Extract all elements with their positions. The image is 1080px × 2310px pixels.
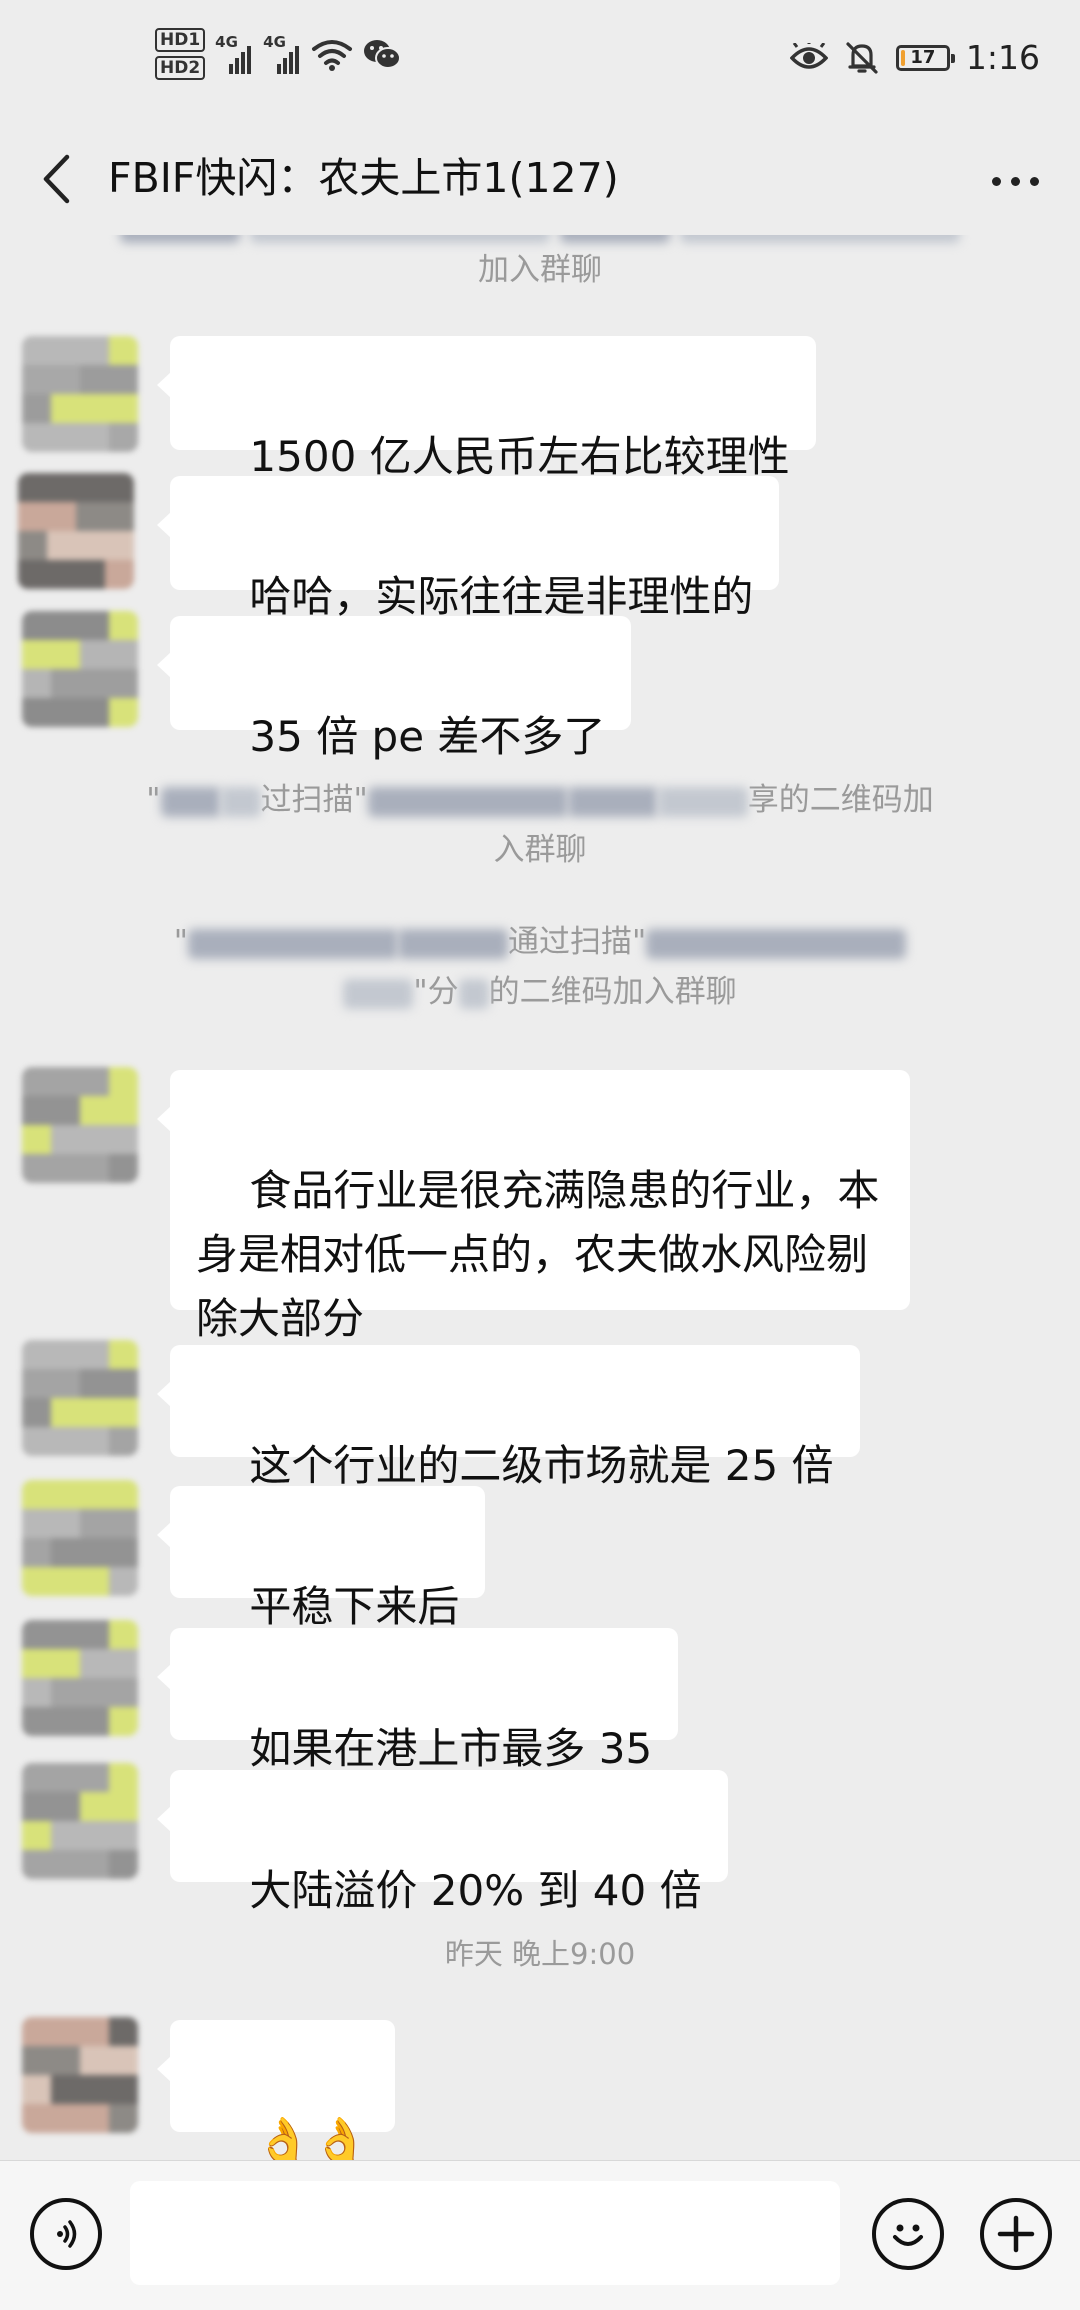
chat-title: FBIF快闪：农夫上市1(127) [108, 154, 619, 202]
voice-button[interactable] [30, 2198, 102, 2270]
message-text: 如果在港上市最多 35 [249, 1724, 653, 1773]
status-left: HD1 HD2 4G 4G [155, 28, 402, 80]
battery-level: 17 [910, 46, 936, 68]
signal-icon: 4G [263, 34, 301, 74]
status-right: 17 1:16 [789, 38, 1040, 77]
avatar[interactable] [22, 1067, 138, 1183]
plus-icon [997, 2215, 1035, 2253]
system-message: "分 的二维码加入群聊 [90, 967, 990, 1017]
status-bar: HD1 HD2 4G 4G 17 1:16 [0, 0, 1080, 125]
avatar[interactable] [22, 1480, 138, 1596]
back-button[interactable] [28, 147, 84, 211]
message-bubble[interactable]: 35 倍 pe 差不多了 [156, 616, 632, 761]
clock: 1:16 [965, 38, 1040, 77]
network-label: 4G [263, 33, 286, 51]
wifi-icon [312, 40, 353, 71]
more-functions-button[interactable] [980, 2198, 1052, 2270]
avatar[interactable] [22, 1340, 138, 1456]
message-bubble[interactable]: 大陆溢价 20% 到 40 倍 [157, 1770, 728, 1915]
system-message: 入群聊 [493, 832, 587, 868]
system-message-text: 加入群聊 [478, 252, 602, 288]
message-text: 35 倍 pe 差不多了 [249, 712, 606, 761]
wechat-icon [364, 40, 402, 69]
message-bubble[interactable]: 食品行业是很充满隐患的行业，本身是相对低一点的，农夫做水风险剔除大部分 [157, 1070, 910, 1343]
system-message: " 过扫描" 享的二维码加 [146, 782, 934, 818]
emoji-button[interactable] [872, 2198, 944, 2270]
eye-icon [789, 42, 828, 69]
sim2-label: HD2 [155, 56, 206, 80]
signal-icon: 4G [215, 34, 253, 74]
message-bubble[interactable]: 👌👌 [156, 2020, 396, 2160]
avatar[interactable] [22, 611, 138, 727]
message-input[interactable] [130, 2181, 840, 2285]
message-bubble[interactable]: 平稳下来后 [156, 1486, 486, 1631]
chat-header: FBIF快闪：农夫上市1(127) [0, 125, 1080, 235]
more-dots-icon [991, 176, 1039, 186]
message-text: 哈哈，实际往往是非理性的 [249, 572, 754, 621]
sim1-label: HD1 [155, 28, 206, 52]
avatar[interactable] [22, 336, 138, 452]
message-bubble[interactable]: 这个行业的二级市场就是 25 倍 [157, 1345, 860, 1490]
chevron-left-icon [43, 154, 70, 204]
message-text: 平稳下来后 [249, 1582, 460, 1631]
voice-icon [57, 2220, 77, 2248]
message-bubble[interactable]: 如果在港上市最多 35 [156, 1628, 679, 1773]
avatar[interactable] [22, 1620, 138, 1736]
message-text: 这个行业的二级市场就是 25 倍 [249, 1441, 834, 1490]
system-message: 加入群聊 [90, 245, 990, 295]
mute-bell-icon [846, 41, 878, 74]
input-bar [0, 2160, 1080, 2310]
message-bubble[interactable]: 1500 亿人民币左右比较理性 [157, 336, 816, 481]
message-list[interactable]: 加入群聊 1500 亿人民币左右比较理性 哈哈，实际往往是非理性的 35 倍 p… [0, 235, 1080, 2160]
message-text: 食品行业是很充满隐患的行业，本身是相对低一点的，农夫做水风险剔除大部分 [196, 1166, 880, 1343]
avatar[interactable] [22, 2017, 138, 2133]
system-message: " 通过扫描" [90, 917, 990, 967]
message-text: 1500 亿人民币左右比较理性 [249, 432, 790, 481]
avatar[interactable] [22, 1763, 138, 1879]
more-button[interactable] [980, 151, 1050, 211]
ok-hand-emoji: 👌👌 [254, 2114, 370, 2160]
hd-indicator: HD1 HD2 [155, 28, 206, 80]
avatar[interactable] [18, 473, 134, 589]
network-label: 4G [215, 33, 238, 51]
smiley-icon [893, 2224, 923, 2246]
message-text: 大陆溢价 20% 到 40 倍 [249, 1866, 702, 1915]
time-separator: 昨天 晚上9:00 [444, 1937, 636, 1971]
message-bubble[interactable]: 哈哈，实际往往是非理性的 [156, 476, 780, 621]
battery-icon: 17 [895, 44, 955, 71]
